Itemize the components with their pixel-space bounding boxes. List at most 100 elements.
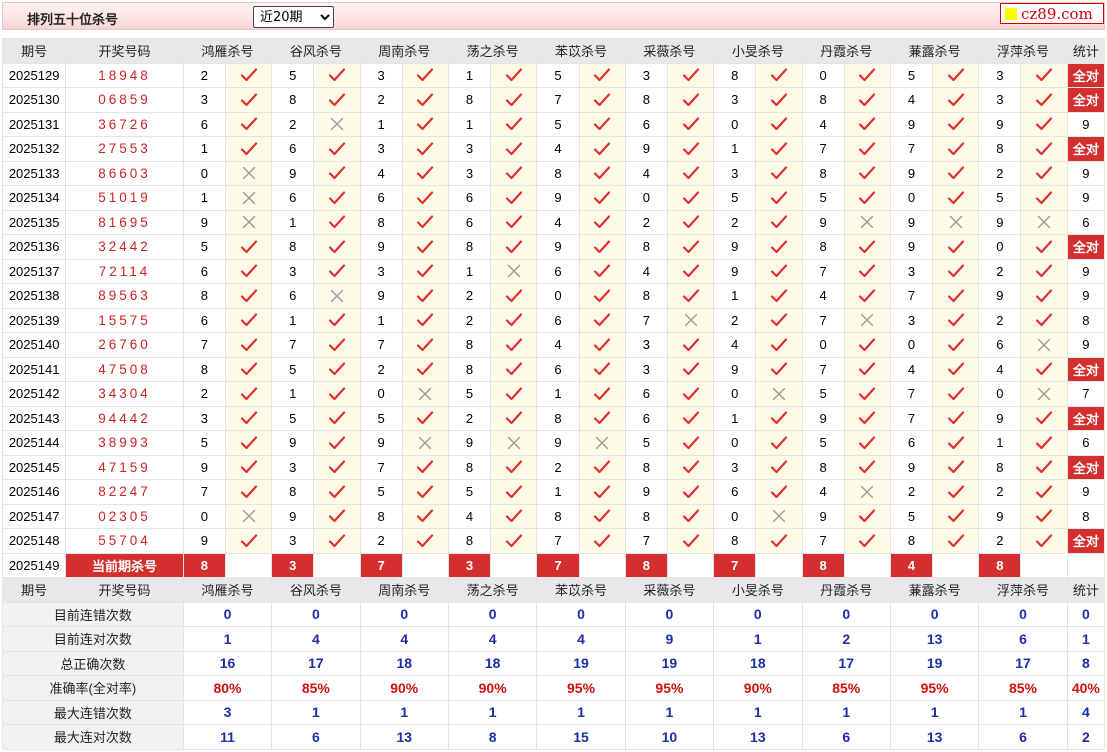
summary-value: 1 (359, 699, 449, 725)
draw-number-cell: 32442 (65, 234, 184, 260)
result-mark-cell (755, 503, 803, 529)
summary-value: 6 (271, 724, 361, 750)
check-icon (757, 484, 801, 500)
result-mark-cell (490, 62, 538, 88)
check-icon (934, 92, 978, 108)
stat-count-cell: 9 (1066, 283, 1106, 309)
check-icon (315, 337, 359, 353)
result-mark-cell (578, 234, 626, 260)
kill-number-cell: 1 (978, 430, 1022, 456)
check-icon (845, 263, 889, 279)
check-icon (668, 459, 712, 475)
check-icon (668, 508, 712, 524)
issue-cell: 2025143 (1, 405, 67, 431)
kill-number-cell: 3 (624, 332, 668, 358)
stat-count-cell: 9 (1066, 160, 1106, 186)
draw-number-cell: 36726 (65, 111, 184, 137)
check-icon (580, 459, 624, 475)
kill-number-cell: 0 (978, 381, 1022, 407)
result-mark-cell (755, 332, 803, 358)
kill-number-cell: 6 (271, 136, 315, 162)
check-icon (757, 459, 801, 475)
kill-number-cell: 2 (978, 307, 1022, 333)
kill-number-cell: 1 (182, 185, 226, 211)
check-icon (1022, 484, 1066, 500)
header-expert: 浮萍杀号 (978, 577, 1068, 603)
kill-number-cell: 4 (359, 160, 403, 186)
issue-cell: 2025129 (1, 62, 67, 88)
result-mark-cell (666, 479, 715, 505)
kill-number-cell: 9 (359, 283, 403, 309)
kill-number-cell: 9 (889, 234, 934, 260)
cross-icon (226, 508, 270, 524)
check-icon (403, 190, 447, 206)
all-correct-badge: 全对 (1066, 454, 1106, 480)
issue-cell: 2025136 (1, 234, 67, 260)
header-expert: 荡之杀号 (447, 38, 538, 64)
check-icon (934, 116, 978, 132)
result-mark-cell (490, 381, 538, 407)
kill-number-cell: 6 (624, 111, 668, 137)
check-icon (668, 214, 712, 230)
cross-icon (226, 165, 270, 181)
check-icon (1022, 312, 1066, 328)
issue-cell: 2025135 (1, 209, 67, 235)
kill-number-cell: 3 (447, 136, 492, 162)
result-mark-cell (1020, 62, 1068, 88)
current-empty-cell (843, 552, 891, 578)
site-logo[interactable]: cz89.com (1000, 3, 1104, 24)
result-mark-cell (313, 405, 361, 431)
kill-number-cell: 5 (801, 430, 845, 456)
period-select[interactable]: 近20期 (253, 6, 334, 28)
summary-value: 17 (801, 650, 891, 676)
result-mark-cell (843, 87, 891, 113)
stat-count-cell: 9 (1066, 111, 1106, 137)
kill-number-cell: 9 (182, 528, 226, 554)
check-icon (1022, 459, 1066, 475)
check-icon (757, 312, 801, 328)
summary-value: 4 (271, 626, 361, 652)
summary-value: 1 (889, 699, 980, 725)
result-mark-cell (224, 332, 273, 358)
result-mark-cell (1020, 111, 1068, 137)
result-mark-cell (932, 528, 980, 554)
header-stat: 统计 (1066, 38, 1106, 64)
kill-number-cell: 6 (713, 479, 757, 505)
kill-number-cell: 1 (447, 111, 492, 137)
check-icon (1022, 92, 1066, 108)
summary-value: 0 (713, 601, 803, 627)
result-mark-cell (755, 283, 803, 309)
result-mark-cell (313, 258, 361, 284)
kill-number-cell: 8 (447, 332, 492, 358)
header-expert: 鸿雁杀号 (182, 38, 273, 64)
result-mark-cell (666, 283, 715, 309)
result-mark-cell (666, 503, 715, 529)
check-icon (845, 435, 889, 451)
summary-value: 1 (182, 626, 273, 652)
check-icon (315, 165, 359, 181)
table-header-row: 期号 开奖号码 鸿雁杀号 谷风杀号 周南杀号 荡之杀号 苯苡杀号 采薇杀号 小旻杀号 丹霞杀号 蒹露… (1, 577, 1106, 603)
kill-number-cell: 6 (536, 356, 580, 382)
check-icon (668, 361, 712, 377)
check-icon (492, 459, 536, 475)
kill-number-cell: 2 (536, 454, 580, 480)
check-icon (934, 165, 978, 181)
result-mark-cell (490, 111, 538, 137)
check-icon (1022, 288, 1066, 304)
result-mark-cell (313, 381, 361, 407)
check-icon (226, 484, 270, 500)
stat-count-cell: 7 (1066, 381, 1106, 407)
check-icon (580, 361, 624, 377)
kill-number-cell: 6 (536, 258, 580, 284)
result-mark-cell (755, 430, 803, 456)
summary-value: 19 (624, 650, 715, 676)
check-icon (580, 190, 624, 206)
result-mark-cell (224, 503, 273, 529)
summary-value: 0 (447, 601, 538, 627)
summary-value: 0 (624, 601, 715, 627)
kill-number-cell: 4 (624, 160, 668, 186)
header-stat: 统计 (1066, 577, 1106, 603)
result-mark-cell (490, 160, 538, 186)
draw-number-cell: 27553 (65, 136, 184, 162)
cross-icon (315, 116, 359, 132)
